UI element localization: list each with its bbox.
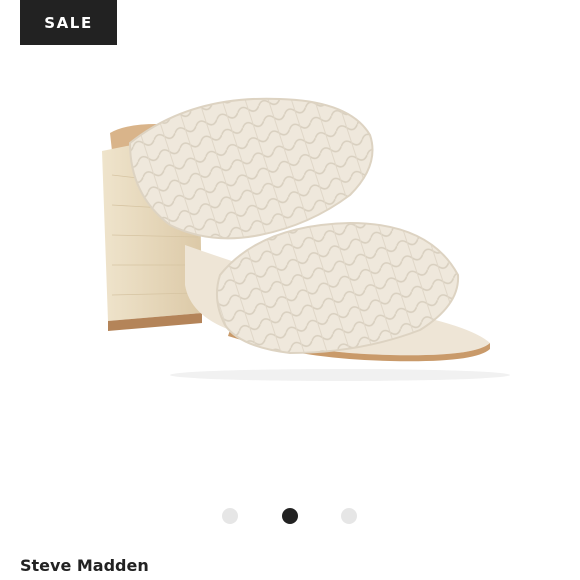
product-image[interactable] [90,85,510,385]
sale-badge-label: SALE [44,13,93,32]
carousel-dot-2[interactable] [282,508,298,524]
carousel-dot-3[interactable] [341,508,357,524]
brand-name[interactable]: Steve Madden [20,556,149,575]
sale-badge: SALE [20,0,117,45]
carousel-dot-1[interactable] [222,508,238,524]
braided-heel-sandal-icon [102,97,510,381]
carousel-dots [0,508,580,524]
